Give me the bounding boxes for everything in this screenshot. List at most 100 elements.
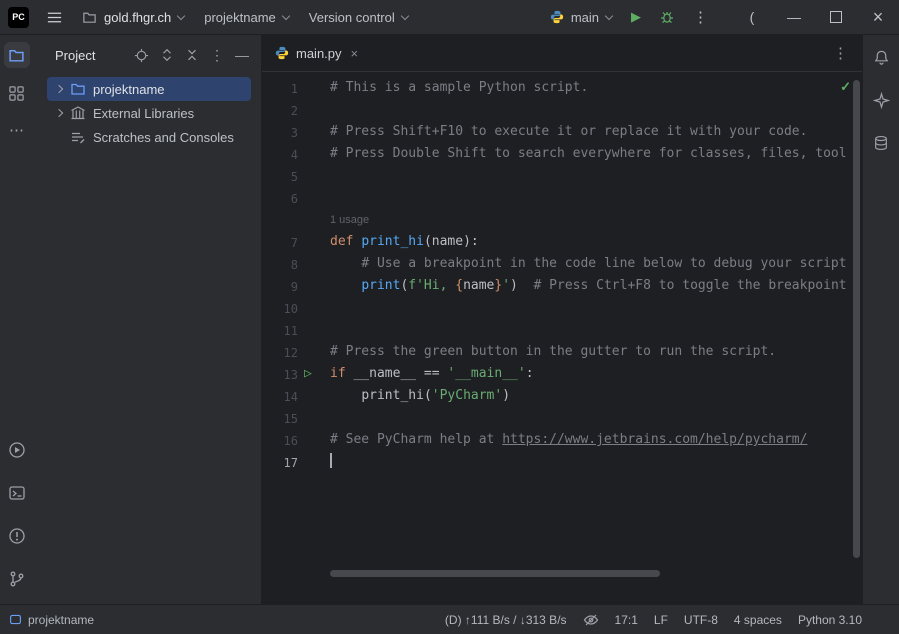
expand-all-icon[interactable] bbox=[160, 48, 174, 62]
tree-item-label: External Libraries bbox=[93, 106, 194, 121]
minimize-button[interactable]: — bbox=[773, 0, 815, 35]
chevron-down-icon bbox=[401, 11, 409, 19]
code-line: 9 print(f'Hi, {name}') # Press Ctrl+F8 t… bbox=[262, 275, 862, 297]
line-number[interactable] bbox=[262, 209, 298, 231]
run-configuration-selector[interactable]: main bbox=[540, 0, 622, 35]
text-caret bbox=[330, 453, 332, 468]
folder-icon bbox=[82, 10, 97, 25]
gutter-slot bbox=[298, 429, 330, 451]
run-button[interactable]: ▶ bbox=[622, 0, 650, 35]
statusbar-item[interactable]: 17:1 bbox=[615, 613, 638, 627]
network-speed-widget[interactable]: (D) ↑111 B/s / ↓313 B/s bbox=[445, 613, 567, 627]
more-tool-windows-button[interactable]: ⋯ bbox=[4, 118, 30, 144]
line-number[interactable]: 5 bbox=[262, 165, 298, 187]
main-menu-button[interactable] bbox=[37, 0, 72, 35]
line-number[interactable]: 8 bbox=[262, 253, 298, 275]
line-number[interactable]: 13 bbox=[262, 363, 298, 385]
line-number[interactable]: 11 bbox=[262, 319, 298, 341]
structure-icon bbox=[8, 85, 25, 102]
module-widget[interactable]: projektname bbox=[194, 0, 299, 35]
collapse-all-icon[interactable] bbox=[185, 48, 199, 62]
horizontal-scrollbar[interactable] bbox=[330, 570, 660, 577]
code-line: 4# Press Double Shift to search everywhe… bbox=[262, 143, 862, 165]
python-logo-icon bbox=[550, 10, 564, 24]
tree-item-external-libraries[interactable]: External Libraries bbox=[47, 101, 251, 125]
line-number[interactable]: 9 bbox=[262, 275, 298, 297]
project-panel-actions: ⋮ — bbox=[134, 47, 249, 64]
left-strip-bottom bbox=[4, 437, 30, 604]
more-actions-button[interactable]: ⋮ bbox=[684, 0, 717, 35]
crescent-button[interactable]: ( bbox=[731, 0, 773, 35]
code-text: print_hi('PyCharm') bbox=[330, 385, 862, 407]
line-number[interactable]: 1 bbox=[262, 77, 298, 99]
titlebar: PC gold.fhgr.ch projektname Version cont… bbox=[0, 0, 899, 35]
line-number[interactable]: 4 bbox=[262, 143, 298, 165]
bug-icon bbox=[659, 9, 675, 25]
code-text bbox=[330, 407, 862, 429]
code-line: 2 bbox=[262, 99, 862, 121]
line-number[interactable]: 2 bbox=[262, 99, 298, 121]
project-widget[interactable]: gold.fhgr.ch bbox=[72, 0, 194, 35]
statusbar-item[interactable]: 4 spaces bbox=[734, 613, 782, 627]
line-number[interactable]: 10 bbox=[262, 297, 298, 319]
project-panel-header: Project ⋮ — bbox=[33, 35, 261, 75]
ai-assistant-button[interactable] bbox=[868, 87, 894, 113]
hide-panel-icon[interactable]: — bbox=[235, 47, 249, 63]
code-area[interactable]: 1# This is a sample Python script.23# Pr… bbox=[262, 73, 862, 604]
statusbar-item[interactable]: LF bbox=[654, 613, 668, 627]
gutter-slot bbox=[298, 407, 330, 429]
line-number[interactable]: 7 bbox=[262, 231, 298, 253]
run-configuration-label: main bbox=[571, 10, 599, 25]
usage-inlay-hint[interactable]: 1 usage bbox=[330, 214, 369, 226]
statusbar-project-widget[interactable]: projektname bbox=[9, 613, 94, 627]
structure-tool-window-button[interactable] bbox=[4, 80, 30, 106]
vcs-widget[interactable]: Version control bbox=[299, 0, 418, 35]
maximize-button[interactable] bbox=[815, 0, 857, 35]
pycharm-window: PC gold.fhgr.ch projektname Version cont… bbox=[0, 0, 899, 634]
project-tool-window-button[interactable] bbox=[4, 42, 30, 68]
code-text: # This is a sample Python script. bbox=[330, 77, 862, 99]
version-control-tool-window-button[interactable] bbox=[4, 566, 30, 592]
right-tool-strip bbox=[862, 35, 899, 604]
library-icon bbox=[70, 105, 89, 121]
close-button[interactable]: × bbox=[857, 0, 899, 35]
inspections-ok-icon[interactable]: ✓ bbox=[840, 79, 851, 95]
tree-chevron-icon[interactable] bbox=[51, 110, 66, 116]
highlighting-eye-icon[interactable] bbox=[583, 612, 599, 628]
line-number[interactable]: 12 bbox=[262, 341, 298, 363]
code-text bbox=[330, 451, 862, 473]
line-number[interactable]: 3 bbox=[262, 121, 298, 143]
notifications-button[interactable] bbox=[868, 44, 894, 70]
panel-options-icon[interactable]: ⋮ bbox=[210, 47, 224, 64]
problems-tool-window-button[interactable] bbox=[4, 523, 30, 549]
git-branch-icon bbox=[8, 570, 26, 588]
gutter-slot bbox=[298, 297, 330, 319]
gutter-slot bbox=[298, 253, 330, 275]
tree-item-projektname[interactable]: projektname bbox=[47, 77, 251, 101]
ai-assistant-icon bbox=[873, 92, 890, 109]
tree-item-scratches-and-consoles[interactable]: Scratches and Consoles bbox=[47, 125, 251, 149]
gutter-slot bbox=[298, 319, 330, 341]
line-number[interactable]: 14 bbox=[262, 385, 298, 407]
terminal-tool-window-button[interactable] bbox=[4, 480, 30, 506]
database-tool-window-button[interactable] bbox=[868, 130, 894, 156]
run-tool-window-button[interactable] bbox=[4, 437, 30, 463]
statusbar-item[interactable]: UTF-8 bbox=[684, 613, 718, 627]
line-number[interactable]: 6 bbox=[262, 187, 298, 209]
debug-button[interactable] bbox=[650, 0, 684, 35]
run-line-icon[interactable]: ▷ bbox=[298, 363, 330, 385]
vertical-scrollbar[interactable] bbox=[853, 80, 860, 558]
chevron-down-icon bbox=[605, 11, 613, 19]
line-number[interactable]: 15 bbox=[262, 407, 298, 429]
close-tab-icon[interactable]: × bbox=[351, 46, 359, 61]
gutter-slot bbox=[298, 275, 330, 297]
line-number[interactable]: 16 bbox=[262, 429, 298, 451]
code-line: 11 bbox=[262, 319, 862, 341]
tree-chevron-icon[interactable] bbox=[51, 86, 66, 92]
tab-main-py[interactable]: main.py × bbox=[262, 35, 367, 71]
code-line: 1 # This is a sample Python script. bbox=[262, 77, 862, 99]
line-number[interactable]: 17 bbox=[262, 451, 298, 473]
statusbar-item[interactable]: Python 3.10 bbox=[798, 613, 862, 627]
locate-file-icon[interactable] bbox=[134, 48, 149, 63]
tab-options-icon[interactable]: ⋮ bbox=[833, 44, 862, 62]
